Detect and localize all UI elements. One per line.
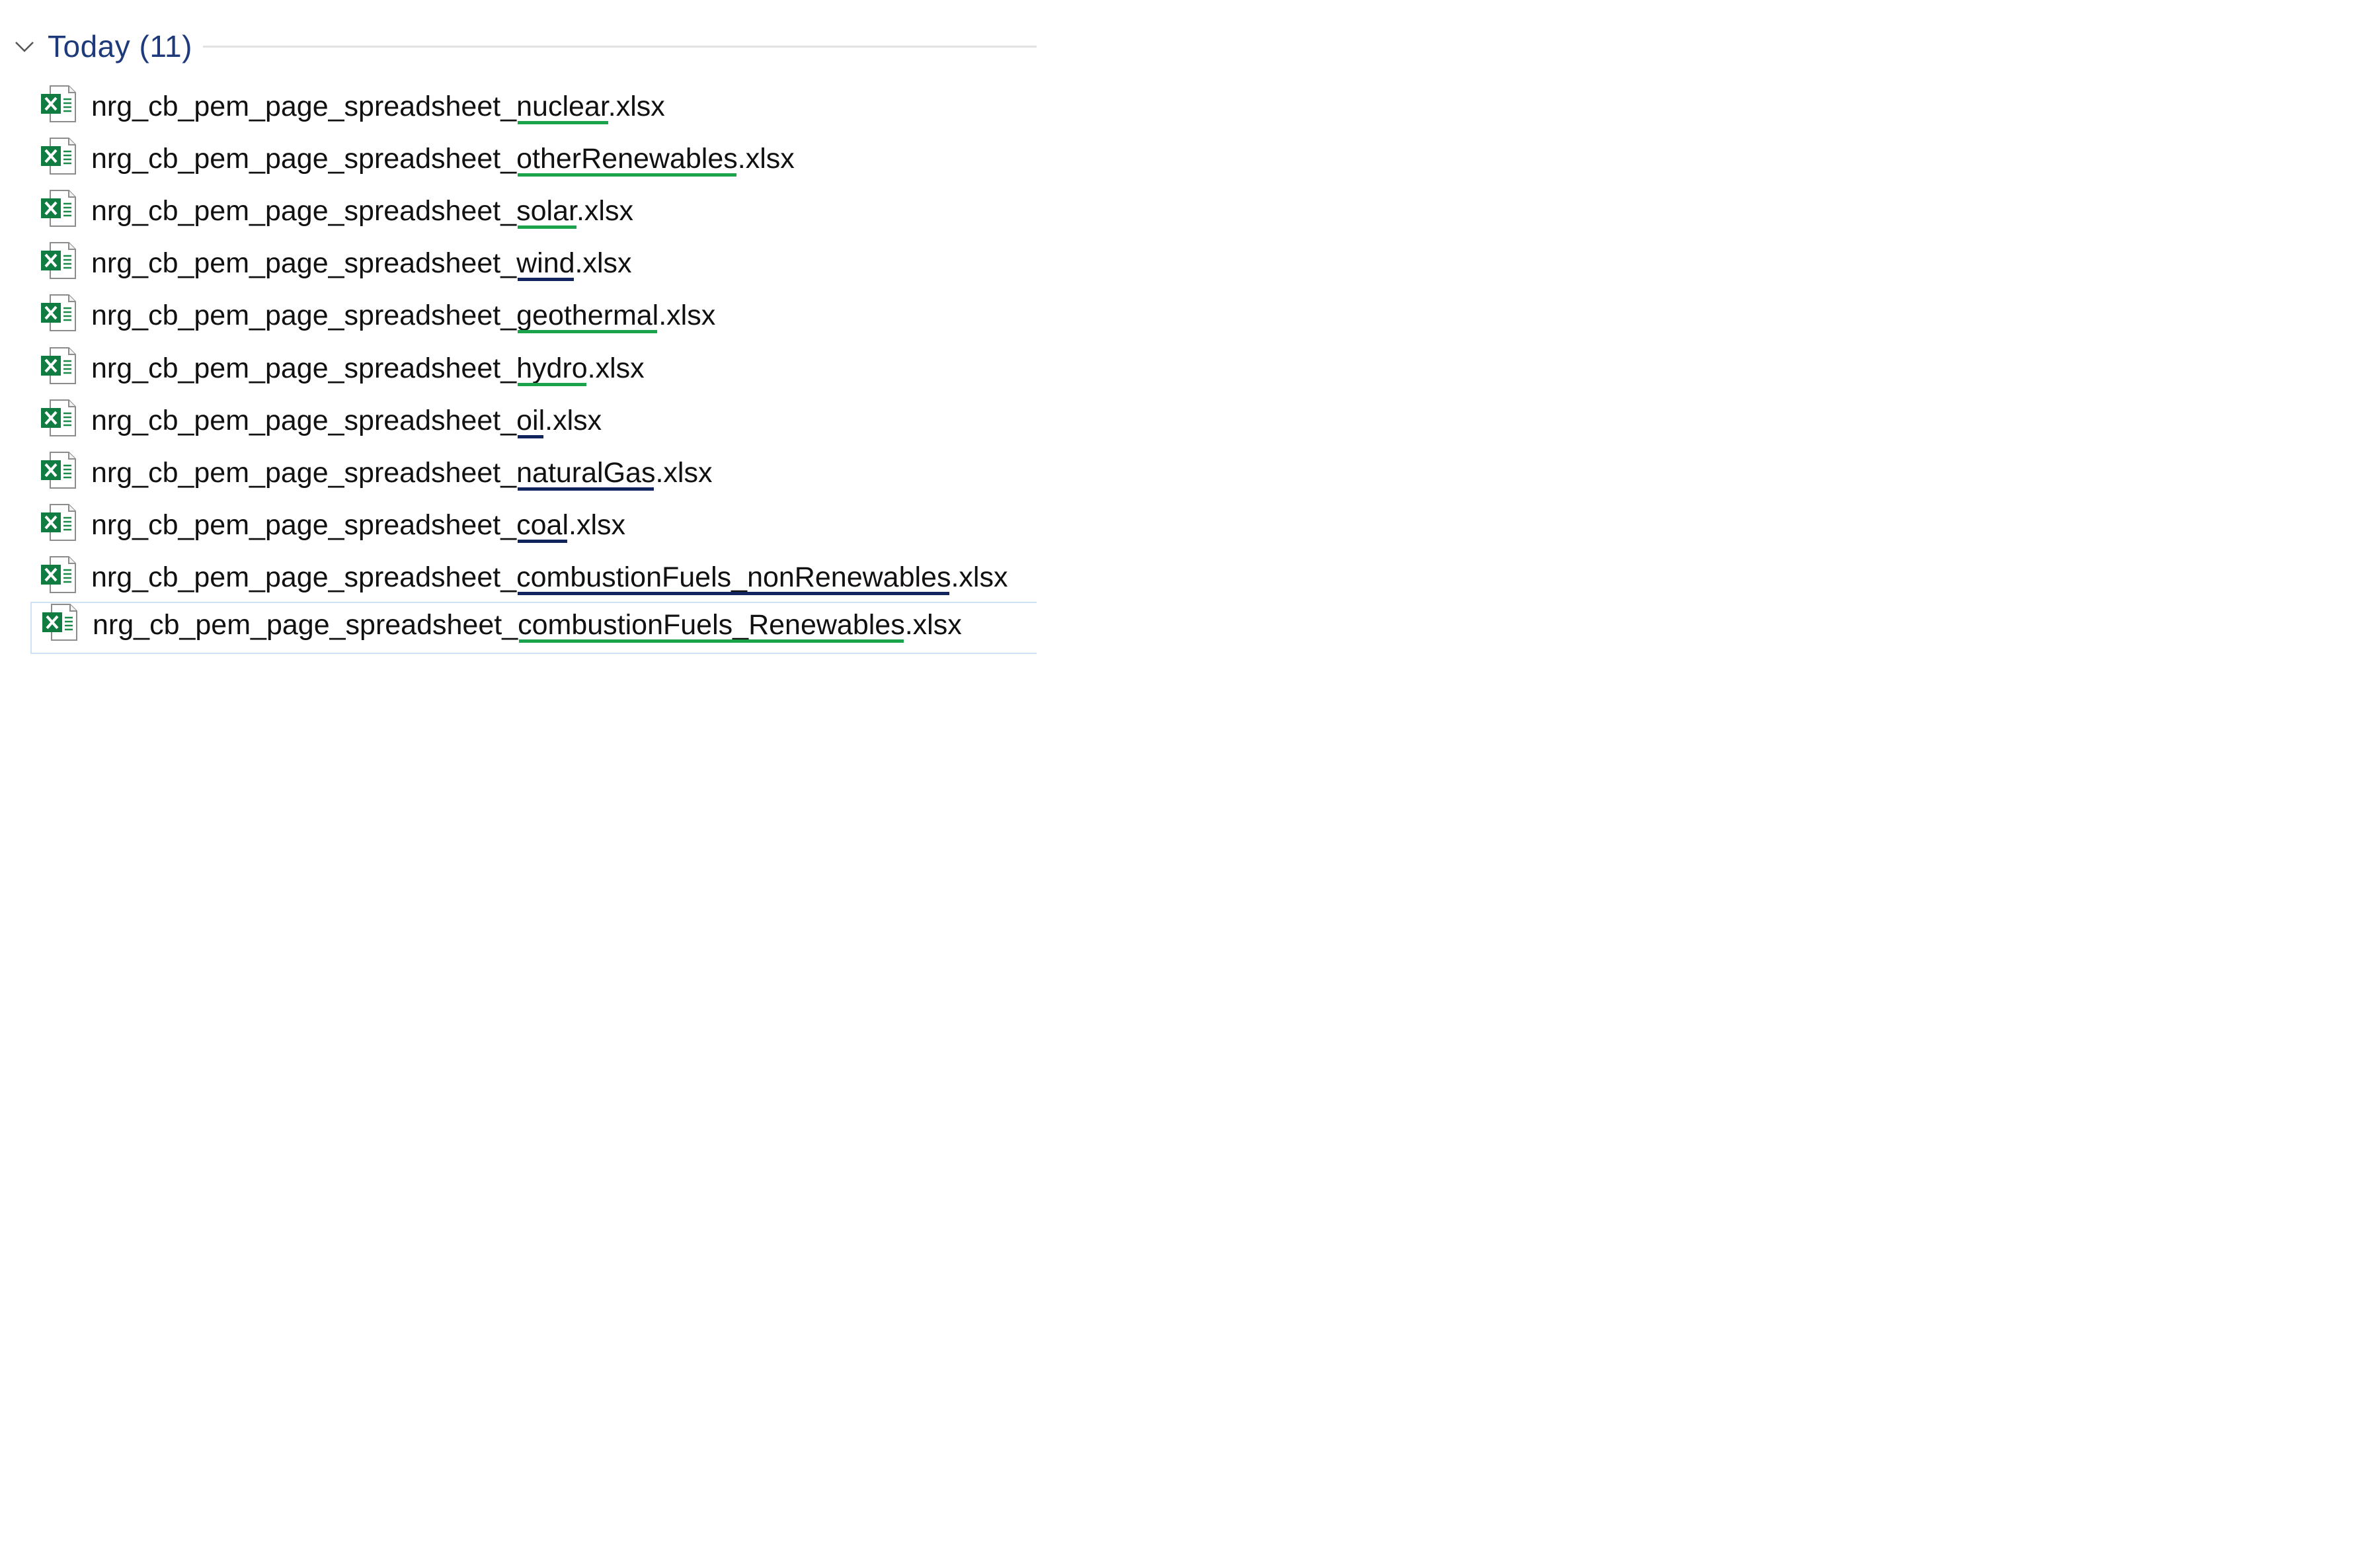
excel-file-icon — [40, 451, 78, 491]
underline-marker — [518, 173, 736, 177]
file-name: nrg_cb_pem_page_spreadsheet_naturalGas.x… — [91, 457, 713, 489]
file-name: nrg_cb_pem_page_spreadsheet_geothermal.x… — [91, 300, 716, 331]
file-row[interactable]: nrg_cb_pem_page_spreadsheet_hydro.xlsx — [0, 345, 1037, 397]
underline-marker — [518, 225, 577, 229]
file-row[interactable]: nrg_cb_pem_page_spreadsheet_combustionFu… — [0, 554, 1037, 606]
group-title: Today (11) — [48, 29, 192, 63]
file-name: nrg_cb_pem_page_spreadsheet_solar.xlsx — [91, 195, 633, 227]
file-name: nrg_cb_pem_page_spreadsheet_combustionFu… — [93, 609, 962, 641]
excel-file-icon — [41, 603, 79, 643]
underline-marker — [518, 330, 658, 333]
excel-file-icon — [40, 294, 78, 333]
file-name: nrg_cb_pem_page_spreadsheet_coal.xlsx — [91, 509, 625, 541]
file-row[interactable]: nrg_cb_pem_page_spreadsheet_nuclear.xlsx — [0, 83, 1037, 136]
underline-marker — [518, 540, 568, 543]
excel-file-icon — [40, 555, 78, 595]
file-row[interactable]: nrg_cb_pem_page_spreadsheet_geothermal.x… — [0, 292, 1037, 345]
file-row[interactable]: nrg_cb_pem_page_spreadsheet_solar.xlsx — [0, 188, 1037, 240]
file-row[interactable]: nrg_cb_pem_page_spreadsheet_wind.xlsx — [0, 240, 1037, 292]
underline-marker — [518, 121, 609, 124]
file-name: nrg_cb_pem_page_spreadsheet_combustionFu… — [91, 561, 1008, 593]
excel-file-icon — [40, 137, 78, 177]
file-row[interactable]: nrg_cb_pem_page_spreadsheet_coal.xlsx — [0, 502, 1037, 554]
underline-marker — [519, 639, 904, 643]
underline-marker — [518, 592, 950, 595]
excel-file-icon — [40, 189, 78, 229]
underline-marker — [518, 383, 586, 386]
underline-marker — [518, 435, 544, 438]
file-name: nrg_cb_pem_page_spreadsheet_wind.xlsx — [91, 247, 632, 279]
excel-file-icon — [40, 85, 78, 124]
file-row[interactable]: nrg_cb_pem_page_spreadsheet_combustionFu… — [30, 602, 1037, 654]
excel-file-icon — [40, 399, 78, 438]
file-row[interactable]: nrg_cb_pem_page_spreadsheet_otherRenewab… — [0, 136, 1037, 188]
file-row[interactable]: nrg_cb_pem_page_spreadsheet_naturalGas.x… — [0, 450, 1037, 502]
group-divider — [203, 46, 1037, 48]
underline-marker — [518, 487, 654, 491]
excel-file-icon — [40, 503, 78, 543]
file-name: nrg_cb_pem_page_spreadsheet_oil.xlsx — [91, 405, 602, 436]
excel-file-icon — [40, 241, 78, 281]
file-name: nrg_cb_pem_page_spreadsheet_nuclear.xlsx — [91, 91, 665, 122]
excel-file-icon — [40, 347, 78, 386]
file-row[interactable]: nrg_cb_pem_page_spreadsheet_oil.xlsx — [0, 397, 1037, 450]
file-name: nrg_cb_pem_page_spreadsheet_hydro.xlsx — [91, 352, 645, 384]
file-name: nrg_cb_pem_page_spreadsheet_otherRenewab… — [91, 143, 795, 175]
chevron-down-icon[interactable] — [13, 37, 36, 56]
underline-marker — [518, 278, 574, 281]
group-header-today[interactable]: Today (11) — [0, 25, 1037, 71]
